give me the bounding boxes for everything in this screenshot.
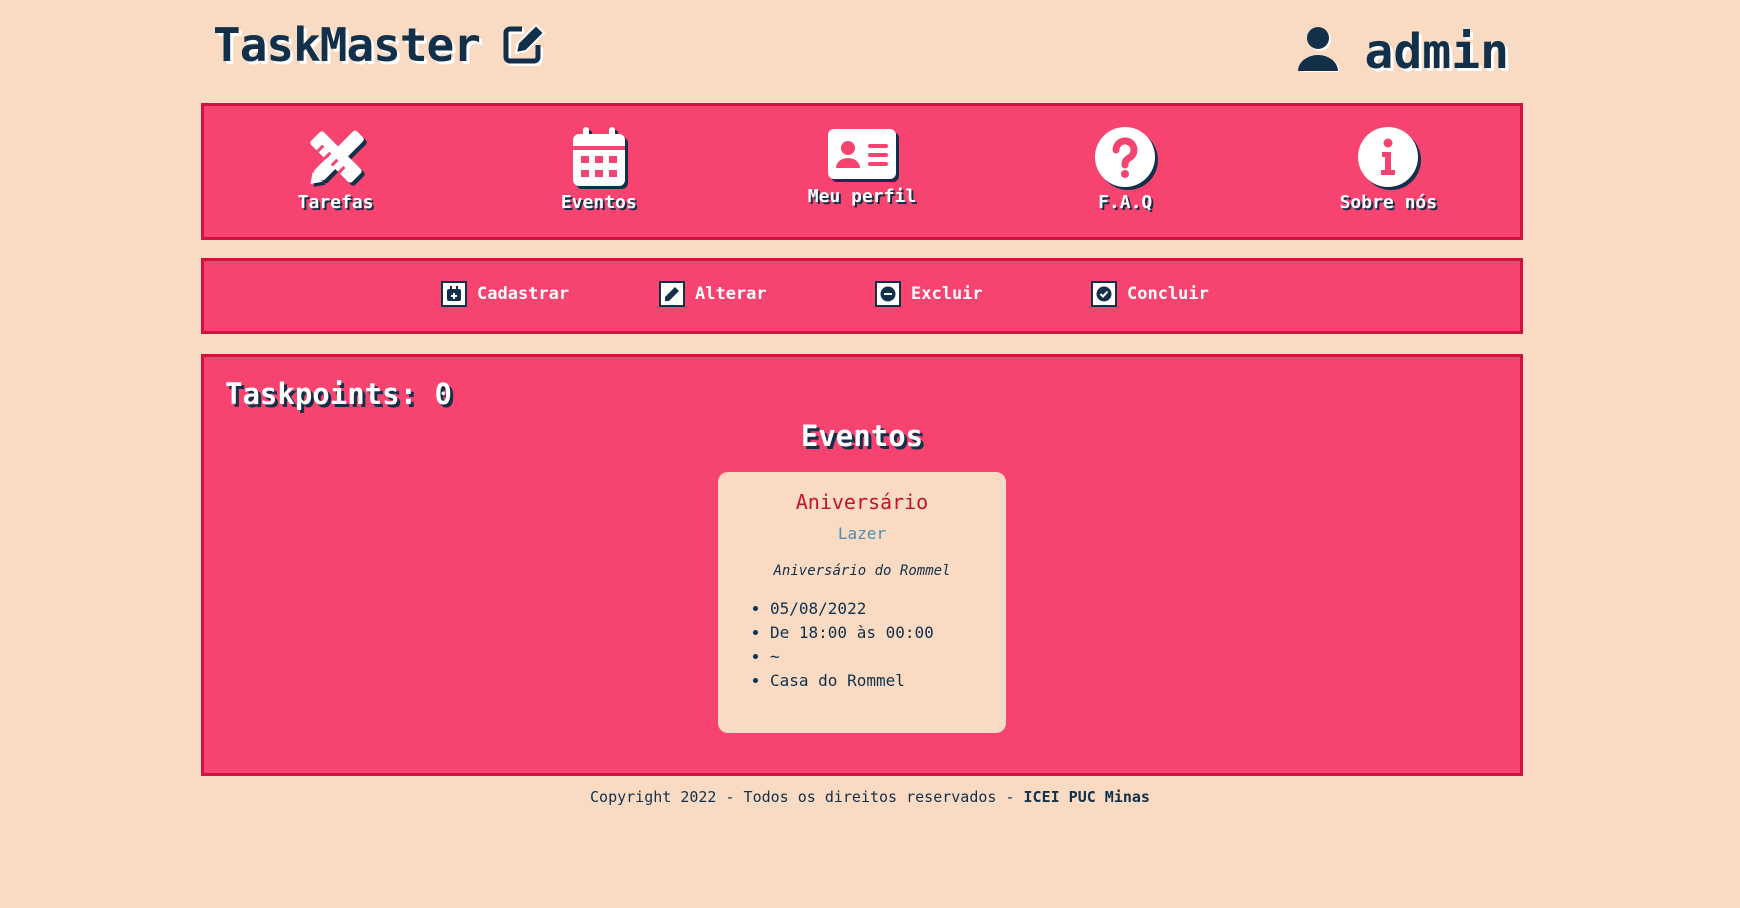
nav-item-meu-perfil[interactable]: Meu perfil — [752, 126, 972, 207]
event-details: 05/08/2022 De 18:00 às 00:00 ~ Casa do R… — [718, 597, 1006, 693]
calendar-icon — [571, 126, 627, 188]
action-label: Excluir — [911, 284, 983, 304]
event-extra: ~ — [770, 645, 1006, 669]
event-location: Casa do Rommel — [770, 669, 1006, 693]
nav-label: Tarefas — [297, 192, 374, 213]
app-root: TaskMaster admin Tarefas Eventos Meu per… — [0, 0, 1740, 908]
footer-text: Copyright 2022 - Todos os direitos reser… — [590, 788, 1024, 806]
nav-label: Eventos — [560, 192, 637, 213]
user-menu[interactable]: admin — [1297, 24, 1510, 80]
main-content: Taskpoints: 0 Eventos Aniversário Lazer … — [201, 354, 1523, 776]
action-label: Cadastrar — [477, 284, 570, 304]
action-bar: Cadastrar Alterar Excluir Concluir — [201, 258, 1523, 334]
event-category: Lazer — [837, 524, 887, 543]
event-description: Aniversário do Rommel — [773, 563, 951, 579]
info-circle-icon — [1357, 126, 1419, 188]
app-title: TaskMaster — [213, 18, 481, 72]
event-card[interactable]: Aniversário Lazer Aniversário do Rommel … — [718, 472, 1006, 733]
excluir-button[interactable]: Excluir — [875, 281, 983, 307]
event-title: Aniversário — [795, 490, 929, 514]
user-name: admin — [1364, 24, 1510, 80]
calendar-plus-icon — [441, 281, 467, 307]
action-label: Alterar — [695, 284, 767, 304]
event-time: De 18:00 às 00:00 — [770, 621, 1006, 645]
minus-circle-icon — [875, 281, 901, 307]
nav-item-faq[interactable]: F.A.Q — [1015, 126, 1235, 213]
edit-square-icon — [502, 23, 546, 67]
id-card-icon — [827, 126, 897, 182]
nav-item-sobre-nos[interactable]: Sobre nós — [1278, 126, 1498, 213]
cadastrar-button[interactable]: Cadastrar — [441, 281, 569, 307]
action-label: Concluir — [1127, 284, 1209, 304]
nav-label: F.A.Q — [1098, 192, 1153, 213]
pencil-icon — [659, 281, 685, 307]
nav-item-tarefas[interactable]: Tarefas — [226, 126, 446, 213]
nav-label: Sobre nós — [1339, 192, 1438, 213]
concluir-button[interactable]: Concluir — [1091, 281, 1209, 307]
footer-org: ICEI PUC Minas — [1023, 788, 1150, 806]
question-circle-icon — [1094, 126, 1156, 188]
brand[interactable]: TaskMaster — [213, 18, 546, 72]
page-header: TaskMaster admin — [201, 0, 1521, 100]
nav-label: Meu perfil — [807, 186, 917, 207]
user-icon — [1297, 27, 1340, 77]
section-title: Eventos — [800, 419, 924, 453]
check-circle-icon — [1091, 281, 1117, 307]
event-date: 05/08/2022 — [770, 597, 1006, 621]
alterar-button[interactable]: Alterar — [659, 281, 767, 307]
page-footer: Copyright 2022 - Todos os direitos reser… — [0, 788, 1740, 806]
taskpoints-counter: Taskpoints: 0 — [225, 377, 452, 411]
nav-item-eventos[interactable]: Eventos — [489, 126, 709, 213]
main-nav: Tarefas Eventos Meu perfil F.A.Q Sobre n… — [201, 103, 1523, 240]
pencil-ruler-icon — [305, 126, 367, 188]
